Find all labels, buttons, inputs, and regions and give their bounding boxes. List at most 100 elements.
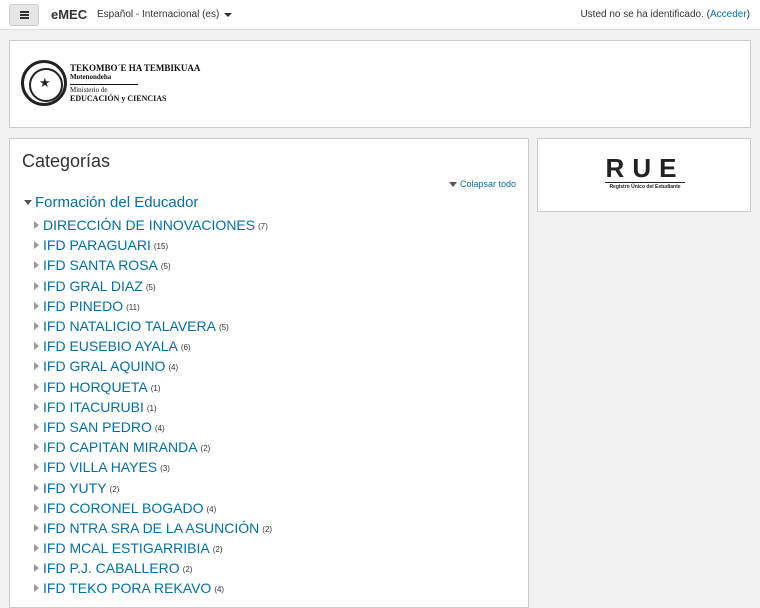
login-link[interactable]: Acceder	[710, 9, 747, 20]
collapse-all-link[interactable]: Colapsar todo	[448, 179, 516, 189]
category-link[interactable]: IFD GRAL DIAZ	[43, 278, 143, 294]
category-link[interactable]: IFD P.J. CABALLERO	[43, 560, 180, 576]
menu-toggle-button[interactable]	[9, 4, 39, 26]
category-link[interactable]: IFD TEKO PORA REKAVO	[43, 580, 211, 596]
category-link[interactable]: IFD SAN PEDRO	[43, 419, 152, 435]
expand-icon[interactable]	[34, 362, 39, 371]
expand-icon[interactable]	[34, 382, 39, 391]
rue-block: RUE Registro Único del Estudiante	[537, 138, 751, 212]
login-text-close: )	[746, 9, 750, 20]
ministry-logo[interactable]: TEKOMBO´E HA TEMBIKUAA Motenondeha Minis…	[21, 60, 200, 106]
category-count: (4)	[206, 504, 217, 514]
page-title: Categorías	[22, 151, 111, 171]
list-item[interactable]: IFD SAN PEDRO (4)	[34, 417, 272, 437]
expand-icon[interactable]	[34, 523, 39, 532]
category-count: (2)	[109, 484, 120, 494]
category-count: (5)	[218, 323, 229, 333]
category-link[interactable]: IFD GRAL AQUINO	[43, 358, 165, 374]
root-category[interactable]: Formación del Educador	[24, 194, 198, 211]
expand-icon[interactable]	[34, 221, 39, 230]
category-count: (11)	[126, 302, 140, 312]
category-link[interactable]: IFD CAPITAN MIRANDA	[43, 439, 198, 455]
expand-icon[interactable]	[34, 463, 39, 472]
list-item[interactable]: IFD SANTA ROSA (5)	[34, 255, 272, 275]
expand-icon[interactable]	[34, 564, 39, 573]
category-link[interactable]: IFD EUSEBIO AYALA	[43, 338, 178, 354]
rue-subtitle: Registro Único del Estudiante	[609, 184, 681, 190]
list-item[interactable]: IFD GRAL DIAZ (5)	[34, 276, 272, 296]
expand-icon[interactable]	[34, 503, 39, 512]
expand-icon[interactable]	[34, 281, 39, 290]
expand-icon[interactable]	[34, 422, 39, 431]
list-item[interactable]: IFD NATALICIO TALAVERA (5)	[34, 316, 272, 336]
list-item[interactable]: IFD PINEDO (11)	[34, 296, 272, 316]
category-link[interactable]: IFD PARAGUARI	[43, 237, 151, 253]
expand-icon[interactable]	[34, 301, 39, 310]
category-count: (4)	[214, 585, 225, 595]
collapse-icon	[448, 181, 457, 187]
expand-icon[interactable]	[34, 342, 39, 351]
list-item[interactable]: IFD MCAL ESTIGARRIBIA (2)	[34, 538, 272, 558]
category-link[interactable]: IFD PINEDO	[43, 298, 123, 314]
logo-line-1: TEKOMBO´E HA TEMBIKUAA	[70, 62, 201, 73]
root-category-label[interactable]: Formación del Educador	[35, 194, 198, 211]
category-count: (15)	[153, 242, 169, 252]
expand-icon[interactable]	[34, 402, 39, 411]
hamburger-icon	[19, 11, 29, 19]
category-link[interactable]: IFD MCAL ESTIGARRIBIA	[43, 540, 210, 556]
category-count: (1)	[150, 383, 161, 393]
category-count: (2)	[262, 524, 273, 534]
list-item[interactable]: IFD CORONEL BOGADO (4)	[34, 498, 272, 518]
list-item[interactable]: IFD P.J. CABALLERO (2)	[34, 558, 272, 578]
list-item[interactable]: IFD NTRA SRA DE LA ASUNCIÓN (2)	[34, 518, 272, 538]
categories-block: Categorías Colapsar todo Formación del E…	[9, 138, 529, 608]
category-link[interactable]: IFD SANTA ROSA	[43, 257, 158, 273]
list-item[interactable]: DIRECCIÓN DE INNOVACIONES (7)	[34, 215, 272, 235]
list-item[interactable]: IFD PARAGUARI (15)	[34, 235, 272, 255]
page-header: TEKOMBO´E HA TEMBIKUAA Motenondeha Minis…	[9, 40, 751, 128]
list-item[interactable]: IFD TEKO PORA REKAVO (4)	[34, 578, 272, 598]
expand-icon[interactable]	[34, 261, 39, 270]
category-count: (5)	[145, 282, 156, 292]
expand-icon[interactable]	[34, 322, 39, 331]
category-link[interactable]: IFD YUTY	[43, 480, 107, 496]
category-link[interactable]: IFD NATALICIO TALAVERA	[43, 318, 216, 334]
category-count: (5)	[160, 262, 171, 272]
list-item[interactable]: IFD ITACURUBI (1)	[34, 397, 272, 417]
category-link[interactable]: IFD HORQUETA	[43, 379, 148, 395]
rue-title: RUE	[605, 153, 685, 183]
list-item[interactable]: IFD VILLA HAYES (3)	[34, 457, 272, 477]
category-link[interactable]: IFD VILLA HAYES	[43, 459, 157, 475]
expand-icon[interactable]	[34, 443, 39, 452]
rue-logo[interactable]: RUE Registro Único del Estudiante	[605, 155, 685, 190]
category-link[interactable]: IFD CORONEL BOGADO	[43, 500, 204, 516]
list-item[interactable]: IFD GRAL AQUINO (4)	[34, 356, 272, 376]
login-text: Usted no se ha identificado. (	[580, 9, 710, 20]
expand-icon[interactable]	[34, 584, 39, 593]
logo-text: TEKOMBO´E HA TEMBIKUAA Motenondeha Minis…	[70, 62, 201, 103]
category-count: (2)	[182, 565, 193, 575]
national-seal-icon	[21, 60, 67, 106]
expanded-icon[interactable]	[24, 200, 32, 205]
list-item[interactable]: IFD YUTY (2)	[34, 477, 272, 497]
list-item[interactable]: IFD HORQUETA (1)	[34, 377, 272, 397]
expand-icon[interactable]	[34, 544, 39, 553]
logo-line-2: Motenondeha	[70, 72, 112, 81]
category-count: (2)	[200, 444, 211, 454]
logo-divider	[70, 83, 138, 85]
category-list: DIRECCIÓN DE INNOVACIONES (7) IFD PARAGUAR…	[34, 215, 272, 599]
list-item[interactable]: IFD CAPITAN MIRANDA (2)	[34, 437, 272, 457]
collapse-all-label: Colapsar todo	[459, 179, 516, 189]
list-item[interactable]: IFD EUSEBIO AYALA (6)	[34, 336, 272, 356]
expand-icon[interactable]	[34, 241, 39, 250]
language-label: Español - Internacional (es)	[97, 9, 220, 20]
expand-icon[interactable]	[34, 483, 39, 492]
language-selector[interactable]: Español - Internacional (es)	[97, 9, 233, 20]
category-link[interactable]: IFD ITACURUBI	[43, 399, 144, 415]
category-count: (3)	[160, 464, 170, 474]
category-link[interactable]: IFD NTRA SRA DE LA ASUNCIÓN	[43, 520, 259, 536]
chevron-down-icon	[224, 12, 233, 17]
site-brand[interactable]: eMEC	[51, 7, 87, 22]
category-count: (7)	[258, 222, 268, 232]
category-link[interactable]: DIRECCIÓN DE INNOVACIONES	[43, 217, 255, 233]
